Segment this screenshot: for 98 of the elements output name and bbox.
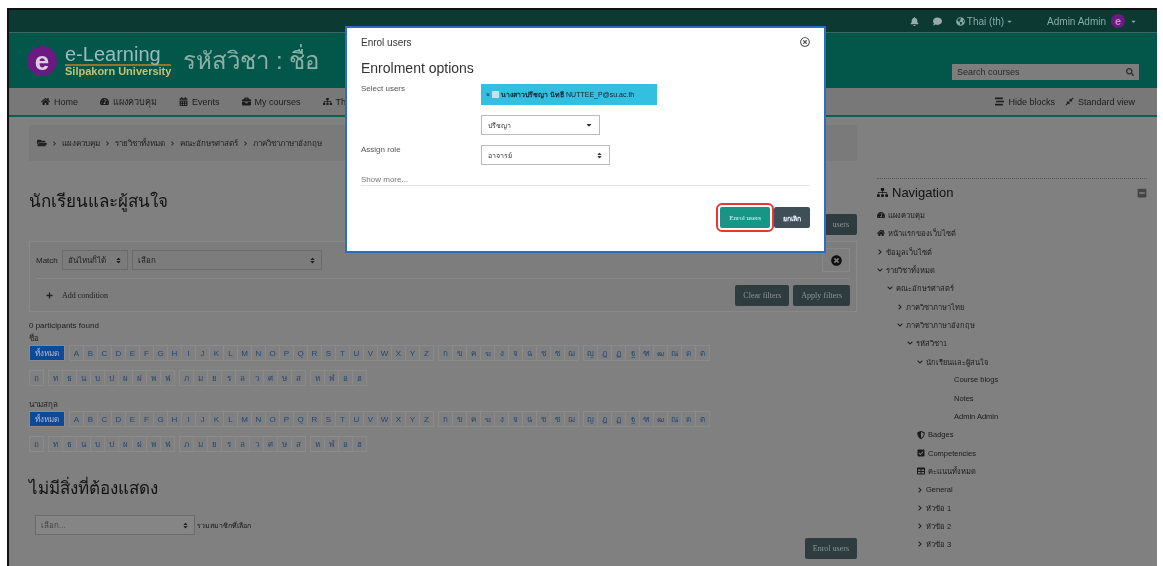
chevron-right-icon[interactable] — [917, 541, 923, 548]
chevron-right-icon — [243, 140, 248, 146]
filter-button[interactable]: Apply filters — [793, 284, 850, 306]
checkbox-icon — [917, 449, 925, 457]
nav-menu-item[interactable]: My courses — [254, 96, 301, 107]
initial-filter[interactable]: ถ — [29, 370, 44, 386]
initial-filter[interactable]: ฌ — [564, 345, 579, 361]
folder-icon — [37, 138, 47, 148]
collapse-icon[interactable] — [1137, 187, 1147, 198]
search-field[interactable]: Search courses — [952, 63, 1139, 80]
caret-icon — [585, 121, 593, 129]
course-title: รหัสวิชา : ชื่อ — [183, 41, 320, 80]
add-condition-link[interactable]: Add condition — [62, 290, 108, 300]
chat-icon[interactable] — [932, 16, 942, 26]
chevron-right-icon — [52, 140, 57, 146]
match-label: Match — [36, 255, 58, 265]
nav-menu-item[interactable]: Th — [335, 96, 347, 107]
initial-filter[interactable]: ต — [695, 345, 710, 361]
globe-icon — [955, 16, 965, 26]
breadcrumb-link[interactable]: ภาควิชาภาษาอังกฤษ — [253, 136, 322, 150]
initial-filter[interactable]: ส — [291, 370, 306, 386]
sort-icon — [114, 256, 122, 264]
bell-icon[interactable] — [909, 16, 919, 26]
shield-icon — [917, 430, 925, 439]
initial-filter[interactable]: ฮ — [352, 370, 367, 386]
dialog-heading: Enrolment options — [361, 60, 475, 76]
breadcrumb-link[interactable]: รายวิชาทั้งหมด — [115, 136, 165, 150]
home-icon — [877, 229, 885, 238]
chevron-right-icon — [170, 140, 175, 146]
initials-label: ชื่อ — [29, 332, 40, 345]
compress-icon — [1064, 97, 1074, 106]
chevron-right-icon[interactable] — [917, 486, 923, 493]
page-title: นักเรียนและผู้สนใจ — [29, 190, 169, 214]
close-icon — [830, 254, 842, 266]
block-title: Navigation — [892, 185, 954, 200]
logo-subtitle: Silpakorn University — [65, 66, 172, 77]
condition-select[interactable]: เลือก — [131, 250, 322, 270]
chevron-down-icon[interactable] — [887, 285, 893, 292]
initial-filter[interactable]: ถ — [29, 436, 44, 452]
sort-icon — [308, 256, 316, 264]
search-icon[interactable] — [1126, 67, 1134, 76]
sort-icon — [596, 151, 603, 159]
filter-button[interactable]: Clear filters — [735, 284, 790, 306]
chevron-down-icon[interactable] — [897, 321, 903, 328]
nav-menu-item[interactable]: Events — [192, 96, 220, 107]
initial-filter[interactable]: ต — [695, 411, 710, 427]
field-label: Assign role — [361, 145, 402, 156]
initial-filter[interactable]: ฟ — [160, 436, 175, 452]
list-icon — [995, 97, 1005, 106]
breadcrumb-link[interactable]: คณะอักษรศาสตร์ — [180, 136, 238, 150]
chevron-right-icon[interactable] — [877, 248, 883, 255]
view-action-link[interactable]: Hide blocks — [1008, 96, 1055, 107]
enrol-users-button[interactable]: users — [824, 214, 857, 235]
avatar[interactable]: e — [1111, 14, 1125, 28]
sitemap-icon — [322, 97, 332, 106]
initial-filter[interactable]: Z — [419, 345, 434, 361]
chevron-down-icon[interactable] — [917, 358, 923, 365]
sitemap-icon — [877, 187, 888, 198]
briefcase-icon — [241, 97, 251, 106]
chevron-down-icon[interactable] — [907, 340, 913, 347]
initials-label: นามสกุล — [29, 399, 59, 411]
enrol-users-button[interactable]: Enrol users — [804, 538, 857, 559]
home-icon — [41, 97, 50, 106]
close-icon[interactable] — [800, 37, 810, 47]
field-label: Select users — [361, 84, 407, 95]
table-icon — [917, 467, 925, 476]
plus-icon — [46, 291, 53, 299]
sort-icon — [182, 521, 189, 529]
language-menu[interactable]: Thai (th) — [966, 15, 1005, 27]
chevron-right-icon[interactable] — [897, 303, 903, 310]
remove-condition-button[interactable] — [822, 248, 850, 272]
user-menu[interactable]: Admin Admin — [1047, 15, 1106, 27]
chevron-right-icon[interactable] — [917, 523, 923, 530]
show-more-link[interactable]: Show more... — [361, 175, 810, 186]
match-select[interactable]: อันไหนก็ได้ — [61, 250, 128, 270]
initial-filter[interactable]: Z — [419, 411, 434, 427]
dialog-title: Enrol users — [361, 36, 412, 48]
logo-title: e-Learning — [65, 44, 172, 66]
chevron-right-icon[interactable] — [917, 504, 923, 511]
breadcrumb-link[interactable]: แผงควบคุม — [62, 136, 100, 150]
initial-filter[interactable]: ฮ — [352, 436, 367, 452]
chevron-down-icon[interactable] — [877, 267, 883, 274]
gauge-icon — [877, 211, 885, 220]
initial-filter[interactable]: ฌ — [564, 411, 579, 427]
initial-filter[interactable]: ทั้งหมด — [29, 411, 65, 427]
initial-filter[interactable]: ทั้งหมด — [29, 345, 65, 361]
nav-menu-item[interactable]: แผงควบคุม — [113, 94, 157, 109]
chevron-right-icon — [105, 140, 110, 146]
view-action-link[interactable]: Standard view — [1077, 96, 1135, 107]
calendar-icon — [179, 97, 188, 106]
initial-filter[interactable]: ฟ — [160, 370, 175, 386]
initial-filter[interactable]: ส — [291, 436, 306, 452]
participants-count: 0 participants found — [29, 321, 100, 330]
empty-message: ไม่มีสิ่งที่ต้องแสดง — [29, 474, 857, 501]
bulk-action-select[interactable]: เลือก... — [35, 515, 195, 535]
logo-badge: e — [27, 45, 57, 76]
gauge-icon — [100, 97, 109, 106]
nav-menu-item[interactable]: Home — [54, 96, 78, 107]
